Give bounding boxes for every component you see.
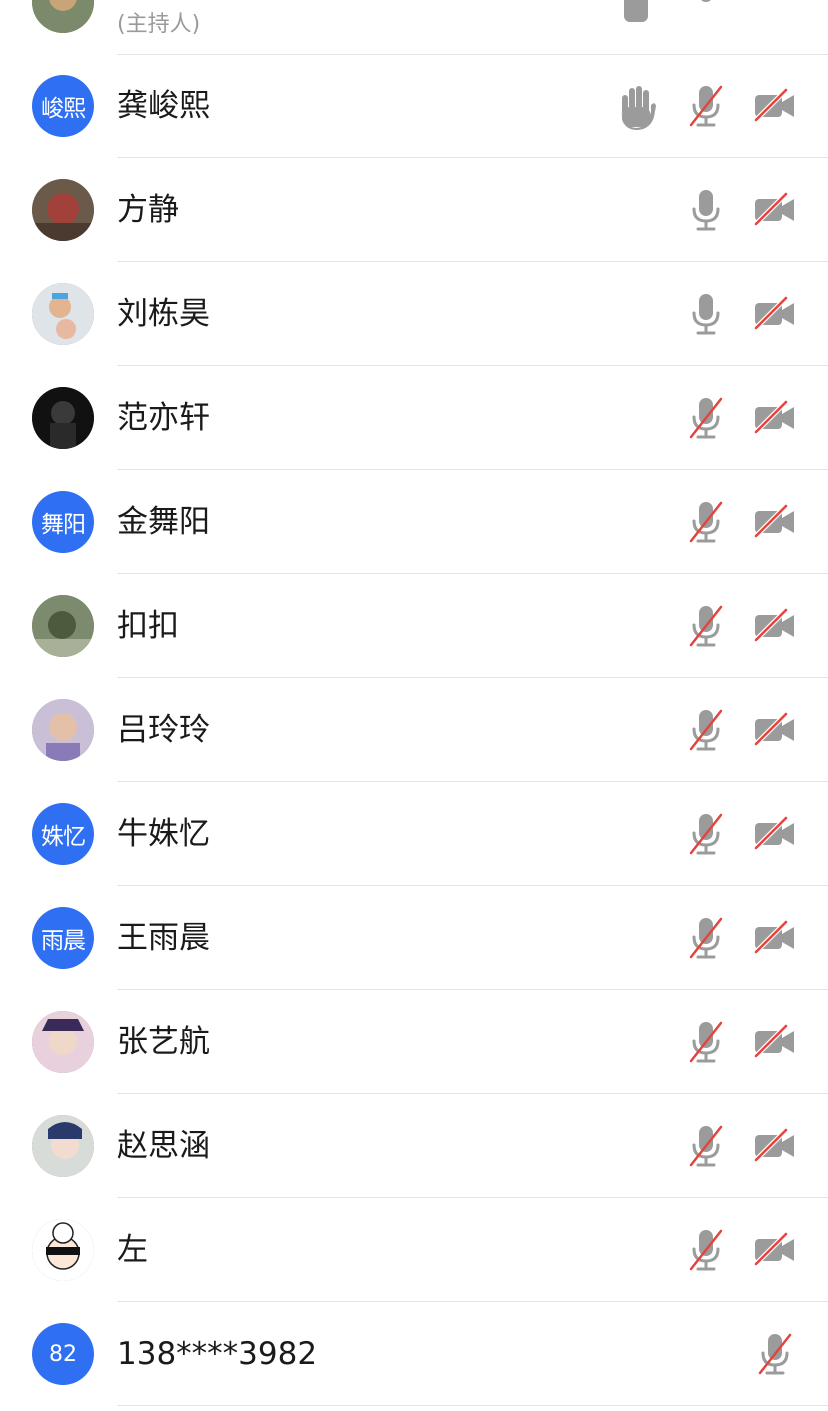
microphone-icon[interactable] [681,0,731,22]
avatar: 峻熙 [32,75,94,137]
microphone-muted-icon[interactable] [681,601,731,651]
participant-row[interactable]: 吕玲玲 [0,678,828,782]
participant-row[interactable]: 范亦轩 [0,366,828,470]
microphone-muted-icon[interactable] [681,705,731,755]
row-divider [117,1405,828,1406]
participant-name: 龚峻熙 [117,88,210,124]
participant-name: 王雨晨 [117,920,210,956]
camera-off-icon[interactable] [749,393,799,443]
avatar: 雨晨 [32,907,94,969]
microphone-muted-icon[interactable] [681,81,731,131]
participant-name: 张艺航 [117,1024,210,1060]
avatar: 82 [32,1323,94,1385]
participant-name: 方静 [117,192,179,228]
camera-off-icon[interactable] [749,1225,799,1275]
participant-row[interactable]: 峻熙 龚峻熙 [0,54,828,158]
participant-name: 扣扣 [117,608,179,644]
camera-off-icon[interactable] [749,497,799,547]
participant-name: 金舞阳 [117,504,210,540]
avatar [32,1115,94,1177]
avatar [32,0,94,33]
participant-row[interactable]: 姝忆 牛姝忆 [0,782,828,886]
host-row[interactable]: (主持人) [0,0,828,55]
avatar [32,387,94,449]
camera-off-icon[interactable] [749,1121,799,1171]
microphone-muted-icon[interactable] [681,1225,731,1275]
microphone-icon[interactable] [681,289,731,339]
participant-row[interactable]: 左 [0,1198,828,1302]
host-role-label: (主持人) [117,12,201,37]
participant-name: 138****3982 [117,1336,318,1372]
microphone-muted-icon[interactable] [681,1017,731,1067]
avatar [32,1219,94,1281]
avatar: 舞阳 [32,491,94,553]
microphone-muted-icon[interactable] [681,1121,731,1171]
participant-name: 牛姝忆 [117,816,210,852]
avatar [32,179,94,241]
camera-off-icon[interactable] [749,81,799,131]
participant-row[interactable]: 刘栋昊 [0,262,828,366]
microphone-muted-icon[interactable] [750,1329,800,1379]
participant-row[interactable]: 赵思涵 [0,1094,828,1198]
microphone-muted-icon[interactable] [681,809,731,859]
camera-off-icon[interactable] [749,601,799,651]
avatar [32,283,94,345]
camera-off-icon[interactable] [749,705,799,755]
participant-list: (主持人) 峻熙 龚峻熙 方静 刘栋昊 范亦轩 舞阳 金舞阳 扣扣 吕玲玲 姝忆… [0,0,828,1411]
camera-off-icon[interactable] [749,289,799,339]
participant-name: 左 [117,1232,148,1268]
participant-row[interactable]: 张艺航 [0,990,828,1094]
participant-name: 范亦轩 [117,400,210,436]
microphone-muted-icon[interactable] [681,393,731,443]
microphone-icon[interactable] [681,185,731,235]
participant-row[interactable]: 雨晨 王雨晨 [0,886,828,990]
camera-off-icon[interactable] [749,1017,799,1067]
raised-hand-icon [612,81,662,131]
microphone-muted-icon[interactable] [681,913,731,963]
avatar [32,1011,94,1073]
camera-off-icon[interactable] [749,185,799,235]
participant-row[interactable]: 82 138****3982 [0,1302,828,1406]
participant-row[interactable]: 舞阳 金舞阳 [0,470,828,574]
participant-row[interactable]: 扣扣 [0,574,828,678]
avatar: 姝忆 [32,803,94,865]
participant-row[interactable]: 方静 [0,158,828,262]
avatar [32,595,94,657]
participant-name: 赵思涵 [117,1128,210,1164]
camera-off-icon[interactable] [749,809,799,859]
participant-name: 吕玲玲 [117,712,210,748]
microphone-muted-icon[interactable] [681,497,731,547]
participant-name: 刘栋昊 [117,296,210,332]
avatar [32,699,94,761]
camera-off-icon[interactable] [749,913,799,963]
raised-hand-icon [612,0,662,22]
